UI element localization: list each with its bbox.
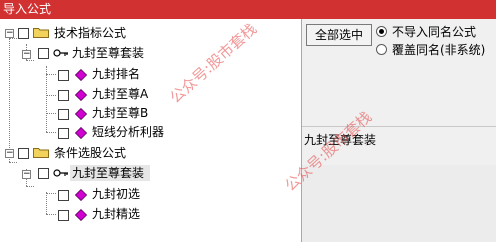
- package-label: 九封至尊套装: [72, 46, 145, 60]
- formula-diamond-icon: [75, 127, 87, 139]
- item-checkbox[interactable]: [58, 190, 69, 201]
- select-all-button[interactable]: 全部选中: [306, 24, 372, 46]
- formula-diamond-icon: [75, 89, 87, 101]
- group-label: 技术指标公式: [54, 26, 127, 40]
- formula-diamond-icon: [75, 69, 87, 81]
- tree-package[interactable]: − 九封至尊套装: [0, 43, 300, 63]
- formula-diamond-icon: [75, 108, 87, 120]
- item-label: 九封排名: [92, 67, 141, 81]
- group-checkbox[interactable]: [18, 148, 29, 159]
- folder-icon: [33, 28, 49, 38]
- package-checkbox[interactable]: [38, 168, 49, 179]
- collapse-toggle[interactable]: −: [5, 29, 14, 38]
- formula-diamond-icon: [75, 189, 87, 201]
- collapse-toggle[interactable]: −: [5, 149, 14, 158]
- key-icon: [53, 169, 68, 177]
- item-label: 九封精选: [92, 207, 141, 221]
- tree-item[interactable]: 短线分析利器: [0, 122, 300, 142]
- tree-group-indicators[interactable]: − 技术指标公式: [0, 23, 300, 43]
- radio-label: 不导入同名公式: [392, 25, 477, 39]
- item-label: 九封至尊B: [92, 106, 149, 120]
- options-panel: 全部选中 不导入同名公式 覆盖同名(非系统) 九封至尊套装: [302, 19, 496, 242]
- formula-tree[interactable]: − 技术指标公式 − 九封至尊套装 九封排名 九封至尊A 九封至尊B 短线分析利…: [0, 19, 302, 242]
- item-label: 短线分析利器: [92, 125, 165, 139]
- window-title: 导入公式: [0, 0, 496, 19]
- group-checkbox[interactable]: [18, 28, 29, 39]
- tree-item[interactable]: 九封至尊B: [0, 103, 300, 123]
- description-box: 九封至尊套装: [302, 126, 496, 166]
- item-label: 九封初选: [92, 187, 141, 201]
- radio-dot[interactable]: [376, 44, 387, 55]
- description-text: 九封至尊套装: [304, 133, 377, 147]
- package-checkbox[interactable]: [38, 48, 49, 59]
- folder-icon: [33, 148, 49, 158]
- formula-diamond-icon: [75, 209, 87, 221]
- item-label: 九封至尊A: [92, 87, 149, 101]
- item-checkbox[interactable]: [58, 70, 69, 81]
- tree-package[interactable]: − 九封至尊套装: [0, 163, 300, 183]
- package-label: 九封至尊套装: [72, 166, 145, 180]
- tree-item[interactable]: 九封至尊A: [0, 84, 300, 104]
- item-checkbox[interactable]: [58, 90, 69, 101]
- tree-item[interactable]: 九封初选: [0, 184, 300, 204]
- radio-dot[interactable]: [376, 26, 387, 37]
- item-checkbox[interactable]: [58, 210, 69, 221]
- preview-area: [302, 165, 496, 242]
- tree-group-stock-selection[interactable]: − 条件选股公式: [0, 143, 300, 163]
- group-label: 条件选股公式: [54, 146, 127, 160]
- item-checkbox[interactable]: [58, 109, 69, 120]
- collapse-toggle[interactable]: −: [22, 50, 31, 59]
- radio-label: 覆盖同名(非系统): [392, 43, 486, 57]
- key-icon: [53, 49, 68, 57]
- tree-item[interactable]: 九封精选: [0, 204, 300, 224]
- tree-item[interactable]: 九封排名: [0, 64, 300, 84]
- item-checkbox[interactable]: [58, 128, 69, 139]
- collapse-toggle[interactable]: −: [22, 170, 31, 179]
